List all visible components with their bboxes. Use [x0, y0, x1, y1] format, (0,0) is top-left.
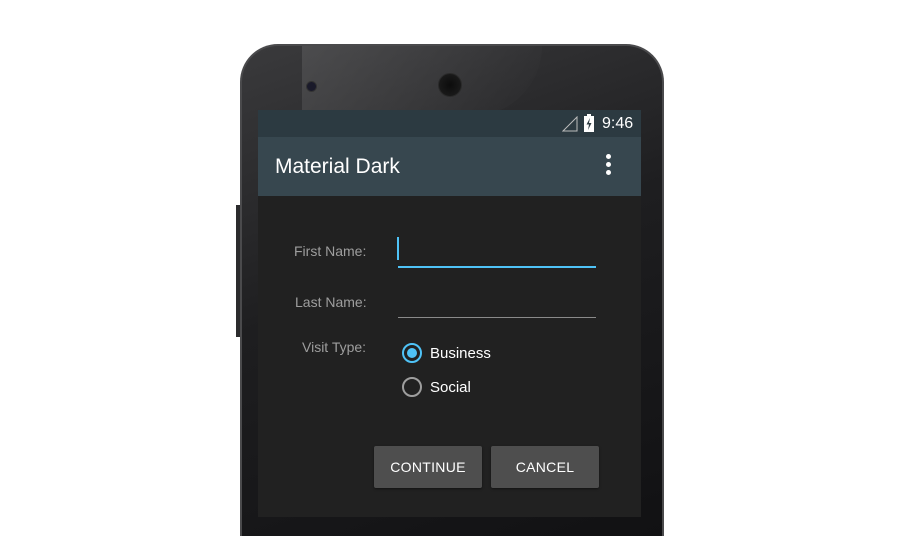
overflow-menu-icon[interactable]	[602, 154, 614, 180]
radio-unchecked-icon	[402, 377, 422, 397]
cancel-button[interactable]: CANCEL	[491, 446, 599, 488]
visit-type-label: Visit Type:	[302, 339, 367, 355]
last-name-field-container	[398, 291, 596, 318]
first-name-label: First Name:	[294, 243, 367, 259]
status-time: 9:46	[602, 115, 634, 132]
app-title: Material Dark	[275, 155, 400, 178]
radio-checked-icon	[402, 343, 422, 363]
battery-charging-icon	[584, 114, 594, 132]
last-name-input[interactable]	[398, 291, 596, 317]
app-bar: Material Dark	[258, 137, 641, 196]
first-name-input[interactable]	[398, 240, 596, 266]
phone-screen: 9:46 Material Dark First Name: Last Name…	[258, 110, 641, 517]
front-camera	[306, 81, 317, 92]
text-cursor	[397, 237, 399, 260]
radio-business-label: Business	[430, 345, 491, 362]
proximity-sensor	[582, 83, 589, 90]
earpiece-speaker	[438, 73, 462, 97]
light-sensor	[594, 83, 601, 90]
radio-social-label: Social	[430, 379, 471, 396]
signal-icon	[562, 116, 578, 132]
continue-button[interactable]: CONTINUE	[374, 446, 482, 488]
last-name-label: Last Name:	[295, 294, 367, 310]
status-bar: 9:46	[258, 110, 641, 137]
first-name-field-container	[398, 240, 596, 268]
